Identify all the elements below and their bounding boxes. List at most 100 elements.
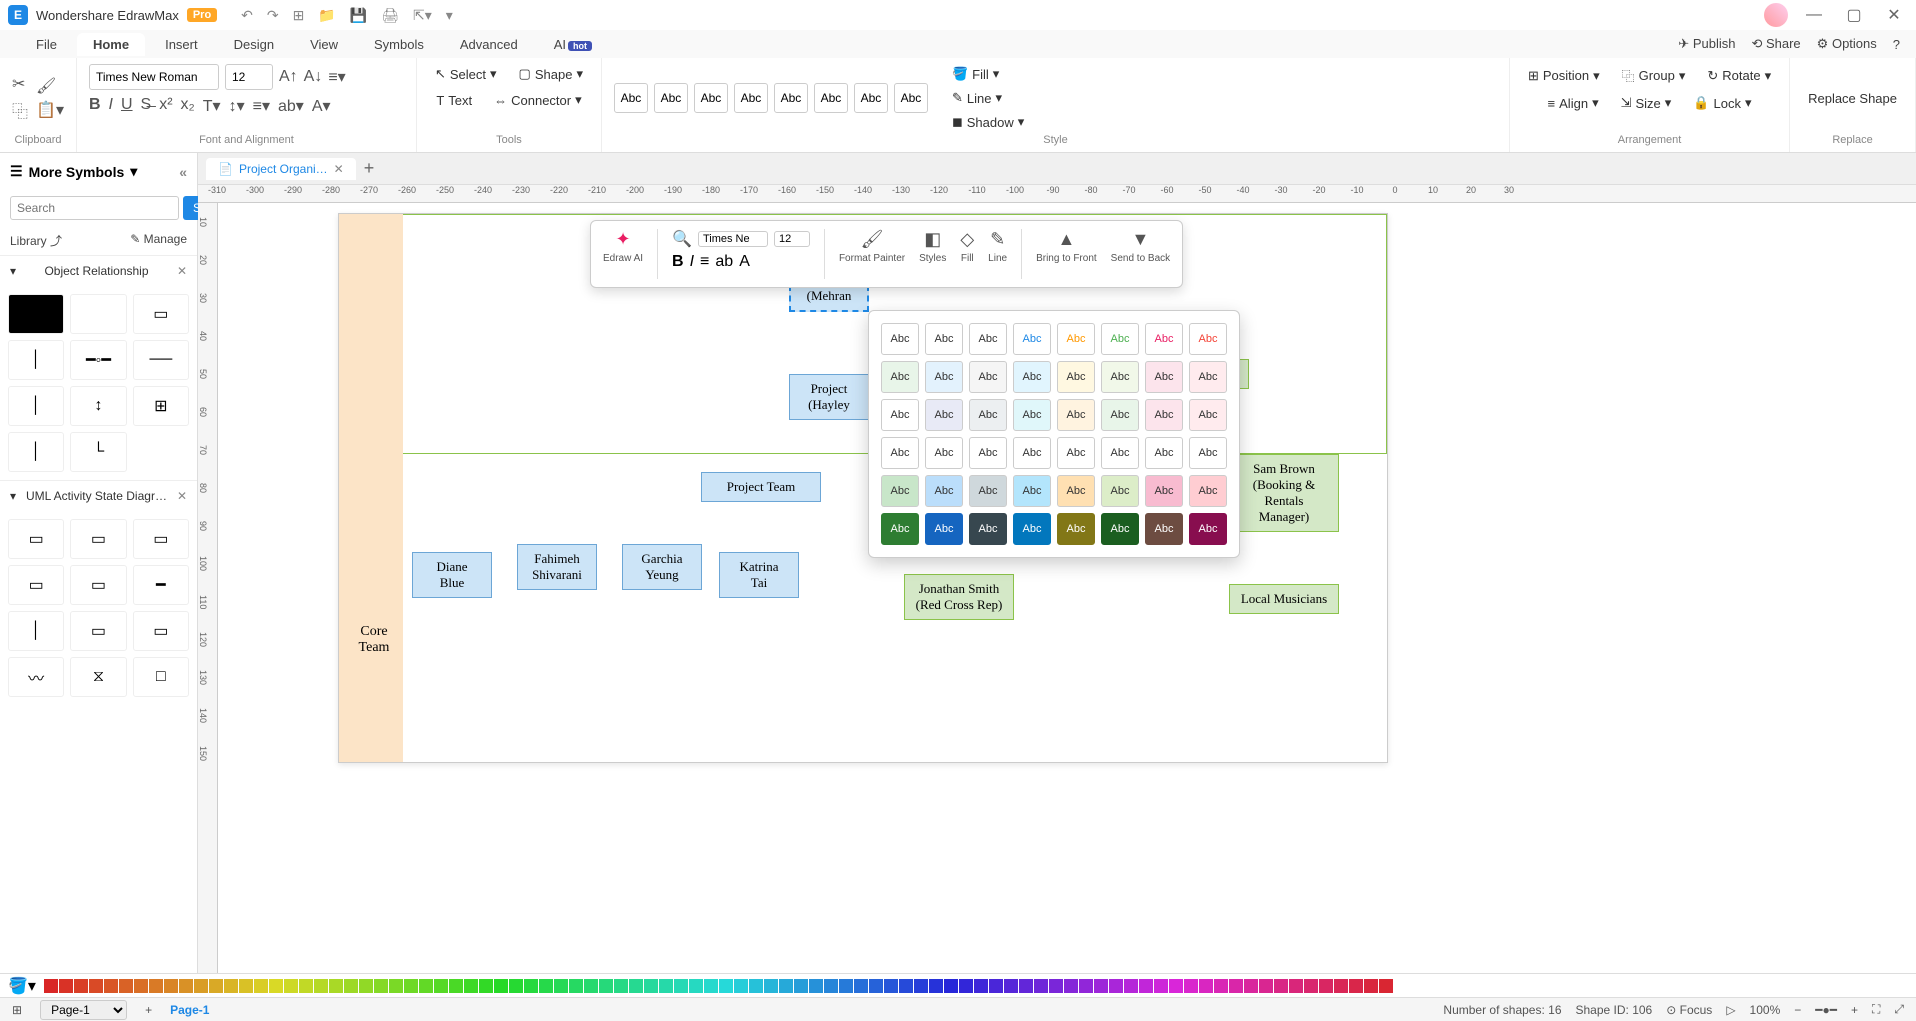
color-swatch[interactable]: [809, 979, 823, 993]
style-swatch[interactable]: Abc: [925, 437, 963, 469]
color-swatch[interactable]: [989, 979, 1003, 993]
color-swatch[interactable]: [569, 979, 583, 993]
shape-item[interactable]: ▭: [70, 519, 126, 559]
page-select[interactable]: Page-1: [40, 1000, 127, 1020]
color-swatch[interactable]: [674, 979, 688, 993]
subscript-icon[interactable]: x₂: [181, 96, 195, 116]
color-swatch[interactable]: [224, 979, 238, 993]
edraw-ai-button[interactable]: ✦Edraw AI: [603, 229, 643, 264]
style-swatch[interactable]: Abc: [1013, 361, 1051, 393]
page-active[interactable]: Page-1: [170, 1003, 209, 1017]
node-local[interactable]: Local Musicians: [1229, 584, 1339, 614]
shape-item[interactable]: ━: [133, 565, 189, 605]
shape-item[interactable]: [8, 294, 64, 334]
float-align-icon[interactable]: ≡: [700, 253, 709, 271]
style-swatch[interactable]: Abc: [1057, 323, 1095, 355]
color-swatch[interactable]: [764, 979, 778, 993]
color-swatch[interactable]: [704, 979, 718, 993]
color-swatch[interactable]: [494, 979, 508, 993]
menu-ai[interactable]: AIhot: [538, 33, 608, 56]
style-swatch[interactable]: Abc: [1013, 475, 1051, 507]
shape-item[interactable]: □: [133, 657, 189, 697]
style-swatch[interactable]: Abc: [881, 475, 919, 507]
color-swatch[interactable]: [1124, 979, 1138, 993]
color-swatch[interactable]: [44, 979, 58, 993]
menu-file[interactable]: File: [20, 33, 73, 56]
color-swatch[interactable]: [1274, 979, 1288, 993]
color-swatch[interactable]: [1229, 979, 1243, 993]
cut-icon[interactable]: ✂: [12, 74, 28, 94]
style-swatch[interactable]: Abc: [1057, 399, 1095, 431]
color-swatch[interactable]: [509, 979, 523, 993]
color-swatch[interactable]: [914, 979, 928, 993]
rotate-button[interactable]: ↻ Rotate▾: [1701, 64, 1777, 87]
color-swatch[interactable]: [1379, 979, 1393, 993]
shape-item[interactable]: ▭: [8, 519, 64, 559]
style-swatch[interactable]: Abc: [1101, 323, 1139, 355]
color-swatch[interactable]: [1349, 979, 1363, 993]
open-icon[interactable]: 📁: [318, 7, 335, 24]
menu-design[interactable]: Design: [218, 33, 290, 56]
user-avatar[interactable]: [1764, 3, 1788, 27]
color-swatch[interactable]: [284, 979, 298, 993]
color-swatch[interactable]: [1004, 979, 1018, 993]
style-swatch[interactable]: Abc: [1101, 399, 1139, 431]
style-swatch[interactable]: Abc: [925, 323, 963, 355]
style-swatch[interactable]: Abc: [1145, 399, 1183, 431]
color-swatch[interactable]: [959, 979, 973, 993]
float-bold-icon[interactable]: B: [672, 253, 684, 271]
color-swatch[interactable]: [944, 979, 958, 993]
size-button[interactable]: ⇲ Size▾: [1615, 93, 1678, 113]
color-swatch[interactable]: [344, 979, 358, 993]
style-swatch[interactable]: Abc: [1189, 361, 1227, 393]
color-swatch[interactable]: [899, 979, 913, 993]
decrease-font-icon[interactable]: A↓: [304, 68, 323, 86]
align-icon[interactable]: ≡▾: [328, 67, 345, 87]
style-swatch[interactable]: Abc: [969, 361, 1007, 393]
search-icon[interactable]: 🔍: [672, 229, 692, 249]
bold-icon[interactable]: B: [89, 96, 101, 116]
color-swatch[interactable]: [179, 979, 193, 993]
color-swatch[interactable]: [149, 979, 163, 993]
color-swatch[interactable]: [1034, 979, 1048, 993]
zoom-out-icon[interactable]: −: [1794, 1003, 1801, 1017]
color-swatch[interactable]: [554, 979, 568, 993]
style-swatch[interactable]: Abc: [1057, 513, 1095, 545]
menu-insert[interactable]: Insert: [149, 33, 214, 56]
color-swatch[interactable]: [239, 979, 253, 993]
style-swatch[interactable]: Abc: [1057, 437, 1095, 469]
color-swatch[interactable]: [719, 979, 733, 993]
color-swatch[interactable]: [74, 979, 88, 993]
style-swatch[interactable]: Abc: [1101, 513, 1139, 545]
position-button[interactable]: ⊞ Position▾: [1522, 64, 1606, 87]
style-swatch[interactable]: Abc: [925, 361, 963, 393]
fill-button[interactable]: 🪣 Fill▾: [946, 64, 1030, 84]
color-swatch[interactable]: [464, 979, 478, 993]
maximize-icon[interactable]: ▢: [1840, 1, 1868, 29]
color-swatch[interactable]: [1214, 979, 1228, 993]
add-tab-button[interactable]: +: [364, 158, 375, 179]
float-font-select[interactable]: [698, 231, 768, 247]
close-tab-icon[interactable]: ✕: [334, 162, 344, 176]
style-swatch[interactable]: Abc: [1057, 475, 1095, 507]
style-swatch[interactable]: Abc: [969, 323, 1007, 355]
increase-font-icon[interactable]: A↑: [279, 68, 298, 86]
menu-symbols[interactable]: Symbols: [358, 33, 440, 56]
publish-button[interactable]: ✈ Publish: [1678, 36, 1735, 52]
zoom-in-icon[interactable]: +: [1851, 1003, 1858, 1017]
color-swatch[interactable]: [584, 979, 598, 993]
connector-button[interactable]: ⇔ Connector▾: [488, 90, 588, 110]
align-button[interactable]: ≡ Align▾: [1542, 93, 1605, 113]
strike-icon[interactable]: S̶: [141, 96, 152, 116]
float-ab-icon[interactable]: ab: [715, 253, 733, 271]
color-swatch[interactable]: [839, 979, 853, 993]
spacing-icon[interactable]: ↕▾: [229, 96, 245, 116]
color-swatch[interactable]: [599, 979, 613, 993]
color-swatch[interactable]: [1289, 979, 1303, 993]
font-color-icon[interactable]: A▾: [312, 96, 331, 116]
style-swatch[interactable]: Abc: [881, 323, 919, 355]
menu-home[interactable]: Home: [77, 33, 145, 56]
style-swatch[interactable]: Abc: [925, 475, 963, 507]
float-color-icon[interactable]: A: [739, 253, 750, 271]
color-swatch[interactable]: [794, 979, 808, 993]
